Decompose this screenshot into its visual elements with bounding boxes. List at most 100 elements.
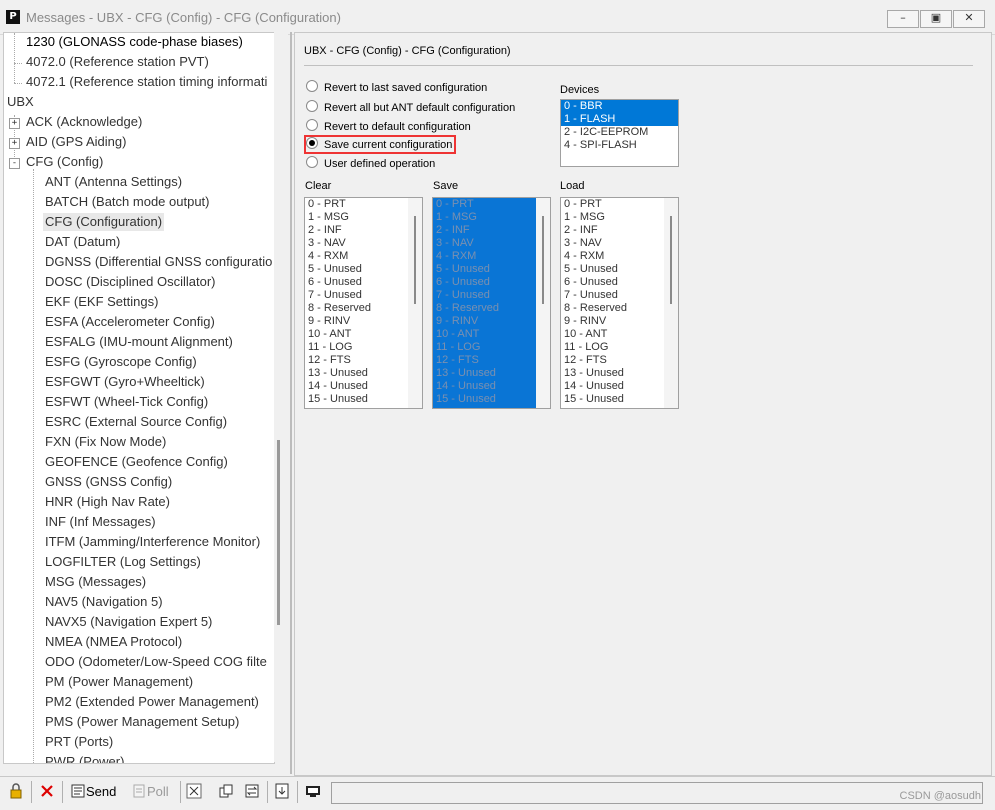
list-item[interactable]: 7 - Unused (561, 289, 678, 302)
tree-item-ack[interactable]: ACK (Acknowledge) (26, 113, 142, 131)
load-list-scrollbar[interactable] (664, 198, 678, 408)
send-button[interactable]: Send (70, 781, 116, 803)
radio-revert-default[interactable]: Revert to default configuration (306, 119, 471, 133)
list-item[interactable]: 6 - Unused (433, 276, 550, 289)
tree-item-fxn[interactable]: FXN (Fix Now Mode) (45, 433, 166, 451)
save-list-scroll-thumb[interactable] (542, 216, 544, 304)
pane-splitter[interactable] (290, 32, 292, 774)
device-item-i2c-eeprom[interactable]: 2 - I2C-EEPROM (561, 126, 678, 139)
list-item[interactable]: 5 - Unused (433, 263, 550, 276)
list-item[interactable]: 14 - Unused (561, 380, 678, 393)
tree-item-cfg-config[interactable]: CFG (Config) (26, 153, 103, 171)
tree-item-pm[interactable]: PM (Power Management) (45, 673, 193, 691)
list-item[interactable]: 13 - Unused (561, 367, 678, 380)
radio-user-defined[interactable]: User defined operation (306, 156, 435, 170)
poll-button[interactable]: Poll (131, 781, 169, 803)
tree-item-ubx[interactable]: UBX (7, 93, 34, 111)
radio-icon[interactable] (306, 100, 318, 112)
list-item[interactable]: 7 - Unused (433, 289, 550, 302)
connect-button[interactable] (305, 781, 321, 803)
clear-list-scrollbar[interactable] (408, 198, 422, 408)
tree-item-prt[interactable]: PRT (Ports) (45, 733, 113, 751)
tree-item-geofence[interactable]: GEOFENCE (Geofence Config) (45, 453, 228, 471)
list-item[interactable]: 3 - NAV (561, 237, 678, 250)
list-item[interactable]: 8 - Reserved (433, 302, 550, 315)
list-item[interactable]: 9 - RINV (561, 315, 678, 328)
list-item[interactable]: 14 - Unused (433, 380, 550, 393)
list-item[interactable]: 9 - RINV (305, 315, 422, 328)
list-item[interactable]: 13 - Unused (433, 367, 550, 380)
tree-item-cfg-configuration[interactable]: CFG (Configuration) (43, 213, 165, 231)
list-item[interactable]: 5 - Unused (561, 263, 678, 276)
message-tree[interactable]: 1230 (GLONASS code-phase biases) 4072.0 … (3, 32, 275, 764)
lock-button[interactable] (8, 781, 24, 803)
tree-item-navx5[interactable]: NAVX5 (Navigation Expert 5) (45, 613, 212, 631)
tool-button-1[interactable] (186, 781, 202, 803)
list-item[interactable]: 3 - NAV (433, 237, 550, 250)
tree-item-dosc[interactable]: DOSC (Disciplined Oscillator) (45, 273, 215, 291)
radio-icon[interactable] (306, 156, 318, 168)
tree-item-esfwt[interactable]: ESFWT (Wheel-Tick Config) (45, 393, 208, 411)
list-item[interactable]: 4 - RXM (433, 250, 550, 263)
list-item[interactable]: 15 - Unused (305, 393, 422, 406)
list-item[interactable]: 12 - FTS (305, 354, 422, 367)
maximize-button[interactable]: ▣ (920, 10, 952, 28)
tree-item-esfa[interactable]: ESFA (Accelerometer Config) (45, 313, 215, 331)
list-item[interactable]: 8 - Reserved (305, 302, 422, 315)
tree-item-nav5[interactable]: NAV5 (Navigation 5) (45, 593, 163, 611)
list-item[interactable]: 4 - RXM (305, 250, 422, 263)
list-item[interactable]: 11 - LOG (305, 341, 422, 354)
close-button[interactable]: ✕ (953, 10, 985, 28)
save-list[interactable]: 0 - PRT 1 - MSG 2 - INF 3 - NAV 4 - RXM 5 - U… (432, 197, 551, 409)
list-item[interactable]: 15 - Unused (561, 393, 678, 406)
collapse-icon[interactable]: - (9, 158, 20, 169)
tree-item-itfm[interactable]: ITFM (Jamming/Interference Monitor) (45, 533, 260, 551)
delete-button[interactable] (39, 781, 55, 803)
list-item[interactable]: 0 - PRT (561, 198, 678, 211)
tree-item-odo[interactable]: ODO (Odometer/Low-Speed COG filte (45, 653, 267, 671)
list-item[interactable]: 10 - ANT (305, 328, 422, 341)
tree-item-hnr[interactable]: HNR (High Nav Rate) (45, 493, 170, 511)
list-item[interactable]: 11 - LOG (561, 341, 678, 354)
list-item[interactable]: 8 - Reserved (561, 302, 678, 315)
device-item-bbr[interactable]: 0 - BBR (561, 100, 678, 113)
list-item[interactable]: 1 - MSG (561, 211, 678, 224)
expand-icon[interactable]: + (9, 138, 20, 149)
list-item[interactable]: 1 - MSG (433, 211, 550, 224)
clear-list-scroll-thumb[interactable] (414, 216, 416, 304)
list-item[interactable]: 0 - PRT (433, 198, 550, 211)
list-item[interactable]: 6 - Unused (305, 276, 422, 289)
tree-item-dat[interactable]: DAT (Datum) (45, 233, 120, 251)
radio-revert-all-but-ant[interactable]: Revert all but ANT default configuration (306, 100, 515, 114)
devices-list[interactable]: 0 - BBR 1 - FLASH 2 - I2C-EEPROM 4 - SPI… (560, 99, 679, 167)
tree-item-msg[interactable]: MSG (Messages) (45, 573, 146, 591)
tree-item-pwr[interactable]: PWR (Power) (45, 753, 124, 763)
list-item[interactable]: 2 - INF (433, 224, 550, 237)
load-list-scroll-thumb[interactable] (670, 216, 672, 304)
tree-item-pm2[interactable]: PM2 (Extended Power Management) (45, 693, 259, 711)
tree-item-ant[interactable]: ANT (Antenna Settings) (45, 173, 182, 191)
swap-button[interactable] (244, 781, 260, 803)
radio-revert-saved[interactable]: Revert to last saved configuration (306, 80, 487, 94)
tree-item-4072-0[interactable]: 4072.0 (Reference station PVT) (26, 53, 209, 71)
list-item[interactable]: 12 - FTS (561, 354, 678, 367)
clear-list[interactable]: 0 - PRT 1 - MSG 2 - INF 3 - NAV 4 - RXM 5 - U… (304, 197, 423, 409)
tree-item-4072-1[interactable]: 4072.1 (Reference station timing informa… (26, 73, 267, 91)
tree-scroll-thumb[interactable] (277, 440, 280, 625)
tree-item-nmea[interactable]: NMEA (NMEA Protocol) (45, 633, 182, 651)
load-list[interactable]: 0 - PRT 1 - MSG 2 - INF 3 - NAV 4 - RXM 5 - U… (560, 197, 679, 409)
tree-item-inf[interactable]: INF (Inf Messages) (45, 513, 156, 531)
list-item[interactable]: 14 - Unused (305, 380, 422, 393)
list-item[interactable]: 10 - ANT (561, 328, 678, 341)
copy-button[interactable] (218, 781, 234, 803)
list-item[interactable]: 10 - ANT (433, 328, 550, 341)
list-item[interactable]: 2 - INF (305, 224, 422, 237)
tree-scrollbar[interactable] (274, 32, 288, 762)
device-item-spi-flash[interactable]: 4 - SPI-FLASH (561, 139, 678, 152)
tree-item-esfgwt[interactable]: ESFGWT (Gyro+Wheeltick) (45, 373, 205, 391)
tree-item-pms[interactable]: PMS (Power Management Setup) (45, 713, 239, 731)
list-item[interactable]: 12 - FTS (433, 354, 550, 367)
tree-item-1230[interactable]: 1230 (GLONASS code-phase biases) (26, 33, 243, 51)
list-item[interactable]: 6 - Unused (561, 276, 678, 289)
list-item[interactable]: 7 - Unused (305, 289, 422, 302)
